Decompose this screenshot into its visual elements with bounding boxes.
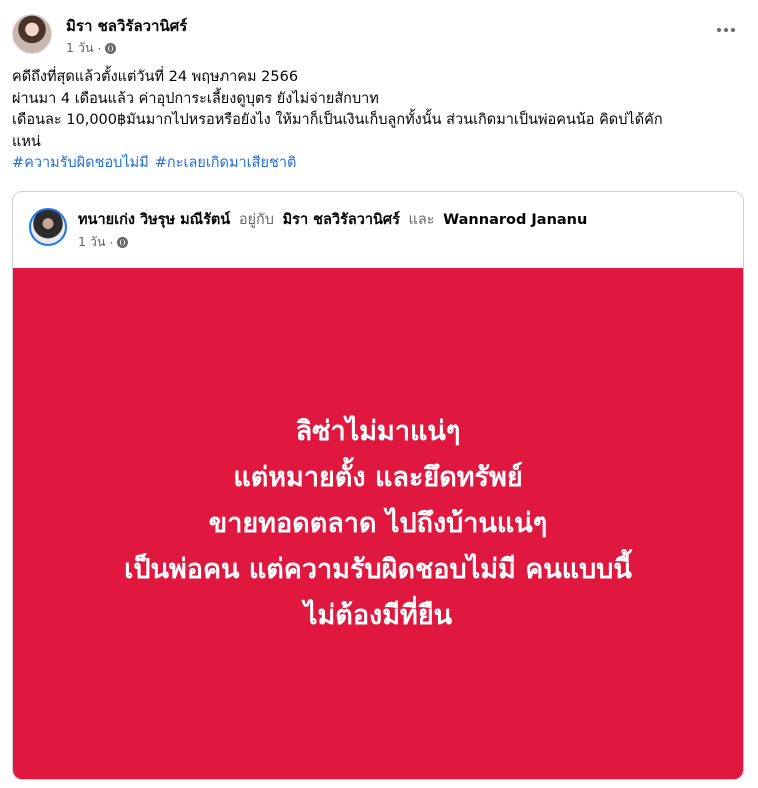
post-meta: 1 วัน · (66, 38, 117, 58)
quote-banner[interactable]: ลิซ่าไม่มาแน่ๆ แต่หมายตั้ง และยึดทรัพย์ … (13, 268, 743, 779)
shared-post-time[interactable]: 1 วัน (78, 232, 106, 252)
author-name[interactable]: มิรา ชลวิรัลวานิศร์ (66, 14, 187, 38)
shared-post-meta: 1 วัน · (78, 232, 129, 252)
quote-line: เป็นพ่อคน แต่ความรับผิดชอบไม่มี คนแบบนี้ (124, 553, 632, 585)
post-text-line: เดือนละ 10,000฿มันมากไปหรอหรือยังไง ให้ม… (12, 112, 663, 128)
more-options-button[interactable] (712, 20, 740, 40)
shared-post-card[interactable]: ทนายเก่ง วิษรุษ มณีรัตน์ อยู่กับ มิรา ชล… (12, 191, 744, 780)
post-text-line: แหน่ (12, 133, 41, 150)
quote-line: ขายทอดตลาด ไปถึงบ้านแน่ๆ (208, 507, 548, 539)
hashtag-link[interactable]: #ความรับผิดชอบไม่มี (12, 155, 149, 171)
quote-line: แต่หมายตั้ง และยึดทรัพย์ (233, 461, 523, 493)
shared-post-header: ทนายเก่ง วิษรุษ มณีรัตน์ อยู่กับ มิรา ชล… (13, 192, 743, 268)
and-text: และ (408, 212, 435, 228)
post-text-line: ผ่านมา 4 เดือนแล้ว ค่าอุปการะเลี้ยงดูบุต… (12, 90, 379, 107)
tagged-person-1[interactable]: มิรา ชลวิรัลวานิศร์ (283, 212, 400, 228)
shared-author-line: ทนายเก่ง วิษรุษ มณีรัตน์ อยู่กับ มิรา ชล… (78, 208, 587, 231)
globe-icon[interactable] (105, 42, 117, 54)
post-header: มิรา ชลวิรัลวานิศร์ 1 วัน · (12, 11, 746, 59)
quote-line: ลิซ่าไม่มาแน่ๆ (295, 415, 461, 447)
globe-icon[interactable] (117, 236, 129, 248)
shared-author-name[interactable]: ทนายเก่ง วิษรุษ มณีรัตน์ (78, 212, 230, 228)
more-horizontal-icon (717, 28, 721, 32)
post-text: คดีถึงที่สุดแล้วตั้งแต่วันที่ 24 พฤษภาคม… (12, 67, 742, 175)
post-text-line: คดีถึงที่สุดแล้วตั้งแต่วันที่ 24 พฤษภาคม… (12, 69, 299, 85)
shared-author-avatar[interactable] (29, 208, 67, 246)
author-avatar[interactable] (12, 14, 52, 54)
hashtags: #ความรับผิดชอบไม่มี #กะเลยเกิดมาเสียชาติ (12, 153, 742, 175)
with-text: อยู่กับ (238, 212, 275, 228)
quote-line: ไม่ต้องมีที่ยืน (303, 599, 453, 631)
hashtag-link[interactable]: #กะเลยเกิดมาเสียชาติ (155, 155, 297, 171)
tagged-person-2[interactable]: Wannarod Jananu (443, 212, 587, 228)
post-time[interactable]: 1 วัน (66, 38, 94, 58)
